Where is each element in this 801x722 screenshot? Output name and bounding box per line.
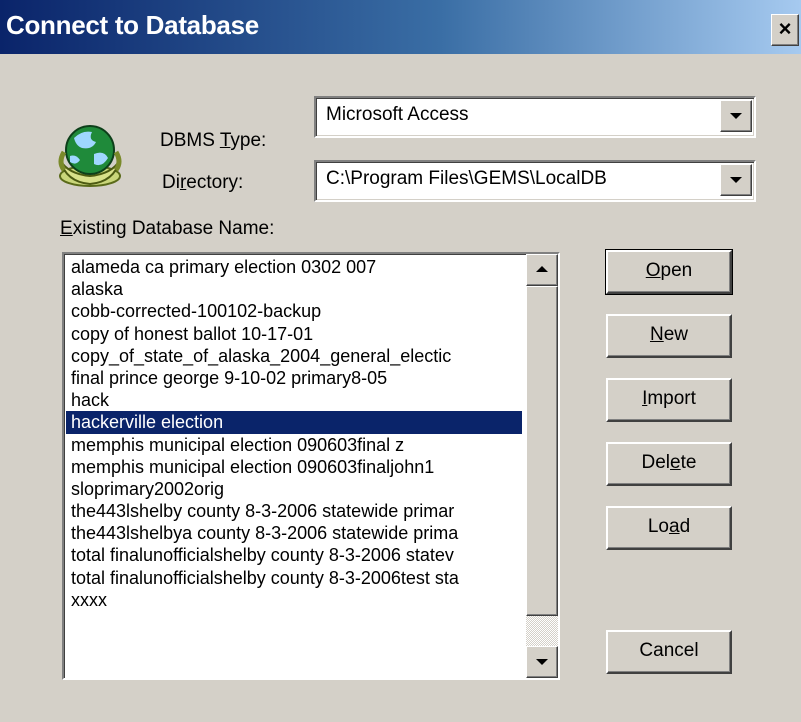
open-button[interactable]: Open: [605, 249, 733, 295]
title-bar[interactable]: Connect to Database ×: [0, 0, 801, 54]
open-label: pen: [660, 260, 693, 281]
list-scrollbar[interactable]: [526, 254, 558, 678]
directory-value: C:\Program Files\GEMS\LocalDB: [326, 168, 607, 189]
dbms-type-label-post: ype:: [230, 130, 267, 151]
chevron-down-icon: [730, 177, 742, 183]
list-item[interactable]: the443lshelbya county 8-3-2006 statewide…: [66, 522, 522, 544]
list-item[interactable]: copy of honest ballot 10-17-01: [66, 323, 522, 345]
import-label: mport: [647, 388, 696, 409]
dbms-type-select[interactable]: Microsoft Access: [314, 96, 756, 138]
dbms-type-label-mnemonic: T: [219, 130, 231, 151]
connect-to-database-dialog: Connect to Database × DBMS Type: Microso…: [0, 0, 801, 722]
delete-label-pre: Del: [641, 452, 671, 473]
list-item[interactable]: the443lshelby county 8-3-2006 statewide …: [66, 500, 522, 522]
window-title: Connect to Database: [6, 10, 259, 40]
chevron-down-icon: [730, 113, 742, 119]
scroll-up-button[interactable]: [526, 254, 558, 286]
new-label: ew: [663, 324, 689, 345]
directory-dropdown-button[interactable]: [720, 164, 752, 196]
existing-label-post: xisting Database Name:: [72, 218, 275, 239]
chevron-up-icon: [536, 266, 548, 272]
list-item[interactable]: memphis municipal election 090603final z: [66, 434, 522, 456]
existing-database-label: Existing Database Name:: [60, 218, 274, 240]
list-item[interactable]: hack: [66, 389, 522, 411]
list-item[interactable]: total finalunofficialshelby county 8-3-2…: [66, 544, 522, 566]
new-button[interactable]: New: [606, 314, 732, 358]
directory-label-post: ectory:: [186, 172, 244, 193]
list-item[interactable]: alaska: [66, 278, 522, 300]
dbms-type-label: DBMS Type:: [160, 130, 266, 152]
list-item[interactable]: hackerville election: [66, 411, 522, 434]
delete-button[interactable]: Delete: [606, 442, 732, 486]
load-label-pre: Lo: [647, 516, 669, 537]
delete-label-post: te: [680, 452, 697, 473]
list-item[interactable]: copy_of_state_of_alaska_2004_general_ele…: [66, 345, 522, 367]
directory-label-pre: Di: [162, 172, 180, 193]
list-item[interactable]: cobb-corrected-100102-backup: [66, 300, 522, 322]
new-mnemonic: N: [649, 324, 664, 345]
list-item[interactable]: alameda ca primary election 0302 007: [66, 256, 522, 278]
globe-database-icon: [58, 125, 122, 187]
list-item[interactable]: xxxx: [66, 589, 522, 611]
load-button[interactable]: Load: [606, 506, 732, 550]
list-item[interactable]: memphis municipal election 090603finaljo…: [66, 456, 522, 478]
scroll-thumb[interactable]: [526, 286, 558, 616]
scroll-down-button[interactable]: [526, 646, 558, 678]
open-mnemonic: O: [645, 260, 661, 281]
directory-select[interactable]: C:\Program Files\GEMS\LocalDB: [314, 160, 756, 202]
dbms-type-value: Microsoft Access: [326, 104, 469, 125]
load-mnemonic: a: [668, 516, 680, 537]
directory-label: Directory:: [162, 172, 243, 194]
database-list-items: alameda ca primary election 0302 007 alas…: [66, 256, 522, 611]
chevron-down-icon: [536, 659, 548, 665]
existing-label-mnemonic: E: [60, 218, 73, 239]
import-button[interactable]: Import: [606, 378, 732, 422]
list-item[interactable]: total finalunofficialshelby county 8-3-2…: [66, 567, 522, 589]
dbms-type-label-pre: DBMS: [160, 130, 220, 151]
load-label-post: d: [679, 516, 691, 537]
delete-mnemonic: e: [670, 452, 681, 473]
list-item[interactable]: final prince george 9-10-02 primary8-05: [66, 367, 522, 389]
close-button[interactable]: ×: [771, 14, 799, 46]
database-list[interactable]: alameda ca primary election 0302 007 alas…: [62, 252, 560, 680]
list-item[interactable]: sloprimary2002orig: [66, 478, 522, 500]
cancel-button[interactable]: Cancel: [606, 630, 732, 674]
dbms-type-dropdown-button[interactable]: [720, 100, 752, 132]
